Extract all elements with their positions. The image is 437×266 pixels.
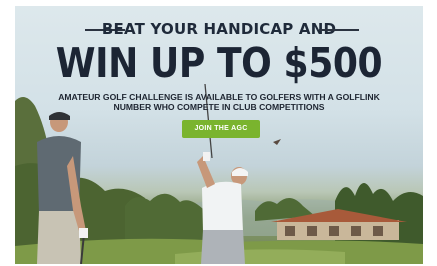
eligibility-line-2: NUMBER WHO COMPETE IN CLUB COMPETITIONS — [113, 102, 325, 112]
promo-banner[interactable]: BEAT YOUR HANDICAP AND WIN UP TO $500 AM… — [15, 6, 423, 264]
headline-top: BEAT YOUR HANDICAP AND — [101, 20, 337, 38]
eligibility-line-1: AMATEUR GOLF CHALLENGE IS AVAILABLE TO G… — [58, 92, 380, 102]
headline-rule-right — [319, 29, 359, 31]
headline-main: WIN UP TO $500 — [55, 39, 383, 87]
eligibility-text: AMATEUR GOLF CHALLENGE IS AVAILABLE TO G… — [35, 92, 403, 112]
join-agc-button[interactable]: JOIN THE AGC — [182, 120, 260, 138]
